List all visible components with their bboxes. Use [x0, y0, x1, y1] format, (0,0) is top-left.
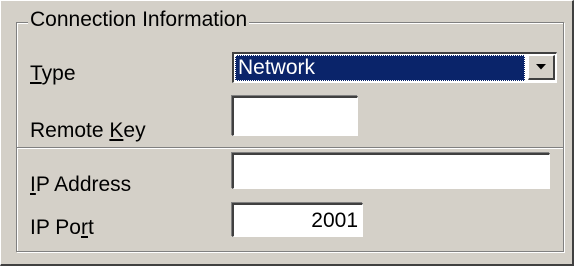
remote-key-label-mnemonic: K — [109, 119, 124, 142]
chevron-down-icon — [536, 64, 546, 70]
ip-port-label-mnemonic: r — [80, 216, 88, 239]
type-combobox[interactable]: Network — [232, 52, 557, 83]
remote-key-label: Remote Key — [30, 119, 146, 142]
section-divider — [17, 147, 563, 149]
groupbox-title: Connection Information — [28, 7, 250, 33]
ip-port-label: IP Port — [30, 216, 94, 239]
ip-port-input[interactable] — [232, 203, 363, 237]
ip-address-label: IP Address — [30, 173, 132, 196]
type-dropdown-button[interactable] — [528, 55, 555, 80]
type-selected-value: Network — [235, 55, 525, 81]
ip-address-input[interactable] — [232, 153, 550, 189]
type-label: Type — [30, 62, 76, 85]
remote-key-input[interactable] — [232, 96, 358, 136]
type-label-mnemonic: T — [30, 62, 42, 85]
connection-panel: Connection Information Type Network Remo… — [0, 0, 574, 266]
